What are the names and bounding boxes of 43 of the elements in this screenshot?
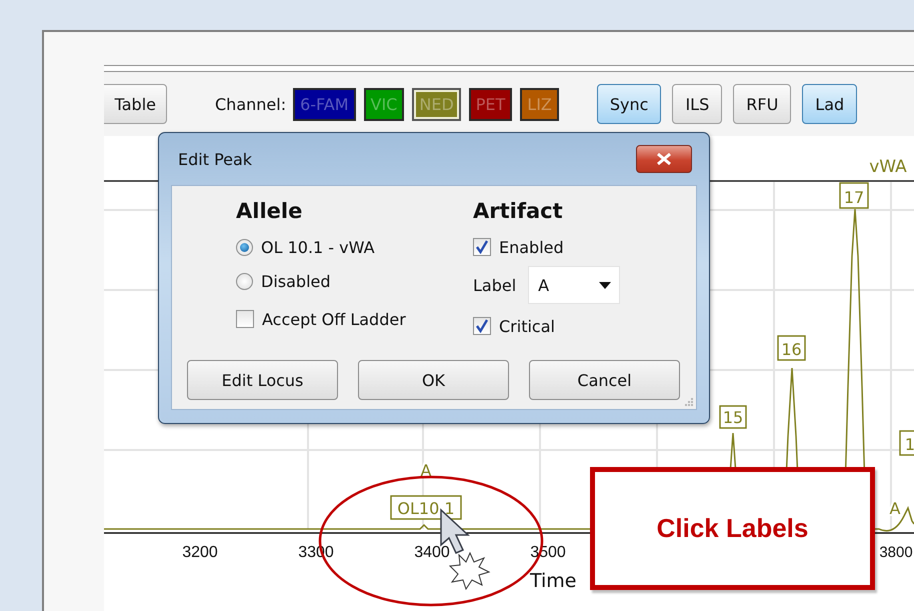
peak-label[interactable]: 16	[777, 335, 806, 361]
callout-text: Click Labels	[656, 513, 808, 544]
dialog-button[interactable]: Edit Locus	[187, 360, 338, 400]
toolbar-button[interactable]: Lad	[802, 84, 858, 124]
x-tick-label: 3200	[182, 544, 218, 561]
dialog-title: Edit Peak	[178, 150, 252, 168]
table-button[interactable]: Table	[104, 84, 167, 124]
artifact-label[interactable]: A	[890, 499, 900, 518]
peak-label[interactable]: 1	[899, 430, 914, 456]
off-ladder-label[interactable]: OL10.1	[390, 495, 462, 520]
close-button[interactable]	[636, 145, 692, 173]
x-tick-label: 3400	[414, 544, 450, 561]
x-tick-label: 3800	[879, 544, 913, 561]
close-icon	[656, 153, 672, 165]
section-heading: Allele	[236, 198, 304, 225]
toolbar-button[interactable]: Sync	[596, 84, 662, 124]
label-dropdown[interactable]: A	[528, 266, 620, 304]
dialog-button[interactable]: OK	[358, 360, 509, 400]
field-label: Label	[473, 276, 516, 294]
toolbar-button[interactable]: ILS	[672, 84, 722, 124]
locus-label: vWA	[869, 157, 907, 177]
channel-toggle[interactable]: 6-FAM	[293, 88, 356, 120]
option-label: Disabled	[261, 272, 331, 290]
section-heading: Artifact	[473, 198, 564, 225]
starburst-icon	[448, 552, 490, 590]
caret-icon	[599, 282, 612, 288]
radio-button[interactable]	[236, 238, 253, 256]
radio-button[interactable]	[236, 272, 253, 290]
peak-label[interactable]: 17	[839, 182, 869, 209]
checkbox[interactable]	[236, 310, 254, 328]
checkbox[interactable]	[473, 317, 491, 335]
checkbox-label: Critical	[499, 316, 555, 336]
checkbox[interactable]	[473, 238, 491, 256]
option-label: OL 10.1 - vWA	[261, 238, 375, 256]
checkbox-label: Accept Off Ladder	[262, 310, 406, 328]
artifact-label[interactable]: A	[420, 461, 432, 480]
resize-grip-icon[interactable]	[684, 397, 694, 407]
channel-label: Channel:	[215, 94, 286, 114]
checkbox-label: Enabled	[499, 238, 564, 256]
peak-label[interactable]: 15	[719, 405, 747, 429]
dialog-button[interactable]: Cancel	[529, 360, 680, 400]
toolbar-button[interactable]: RFU	[733, 84, 792, 124]
x-axis-label: Time	[530, 570, 576, 592]
